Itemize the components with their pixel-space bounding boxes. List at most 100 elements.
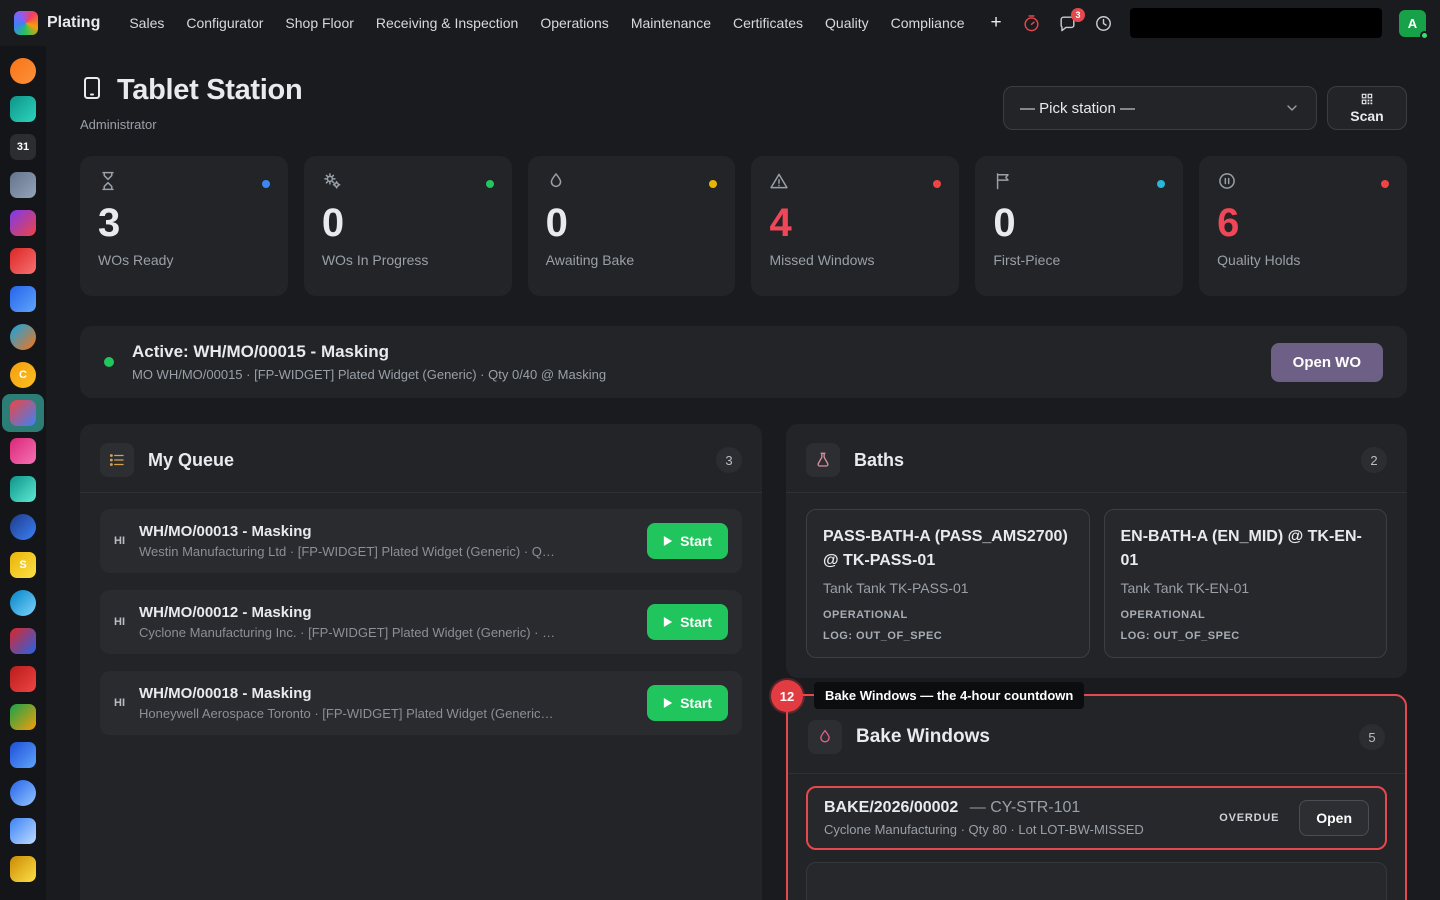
stat-label: First-Piece: [993, 252, 1165, 268]
menu-item-operations[interactable]: Operations: [529, 9, 619, 37]
apps-grid-icon: [10, 286, 36, 312]
menu-item-configurator[interactable]: Configurator: [175, 9, 274, 37]
stat-value: 0: [993, 201, 1165, 245]
sidebar-item-calendar[interactable]: 31: [2, 128, 44, 166]
menu-item-sales[interactable]: Sales: [118, 9, 175, 37]
station-select[interactable]: — Pick station —: [1003, 86, 1317, 130]
menu-item-certificates[interactable]: Certificates: [722, 9, 814, 37]
fleet-icon: [10, 742, 36, 768]
bath-log: LOG: OUT_OF_SPEC: [1121, 630, 1371, 642]
analytics-icon: [10, 248, 36, 274]
qr-icon: [1360, 92, 1374, 106]
sidebar-item-reporting[interactable]: [2, 698, 44, 736]
queue-item[interactable]: HIWH/MO/00018 - MaskingHoneywell Aerospa…: [100, 671, 742, 735]
bath-card[interactable]: PASS-BATH-A (PASS_AMS2700) @ TK-PASS-01T…: [806, 509, 1090, 658]
menu-item-receiving-inspection[interactable]: Receiving & Inspection: [365, 9, 529, 37]
stat-label: WOs In Progress: [322, 252, 494, 268]
planet-icon: [10, 590, 36, 616]
sidebar-item-inventory[interactable]: [2, 660, 44, 698]
start-button[interactable]: Start: [647, 604, 728, 640]
scan-button[interactable]: Scan: [1327, 86, 1407, 130]
systray-blank-panel: [1130, 8, 1382, 38]
queue-item[interactable]: HIWH/MO/00012 - MaskingCyclone Manufactu…: [100, 590, 742, 654]
open-button[interactable]: Open: [1299, 800, 1369, 836]
plus-icon[interactable]: +: [982, 10, 1011, 36]
baths-title: Baths: [854, 450, 904, 471]
gears-icon: [322, 171, 342, 196]
sidebar-item-crm[interactable]: C: [2, 356, 44, 394]
stat-card-wos-in-progress: 0 WOs In Progress: [304, 156, 512, 296]
discuss-icon: [10, 58, 36, 84]
timer-icon[interactable]: [1022, 14, 1041, 33]
sidebar-item-planet[interactable]: [2, 584, 44, 622]
bake-row-partial[interactable]: [806, 862, 1387, 900]
app-logo-icon[interactable]: [14, 11, 38, 35]
status-dot: [262, 180, 270, 188]
menu-item-shop-floor[interactable]: Shop Floor: [274, 9, 364, 37]
website-icon: [10, 514, 36, 540]
crm-icon: C: [10, 362, 36, 388]
priority-badge: HI: [114, 535, 125, 547]
bath-card[interactable]: EN-BATH-A (EN_MID) @ TK-EN-01Tank Tank T…: [1104, 509, 1388, 658]
avatar-letter: A: [1408, 16, 1417, 31]
status-dot: [1381, 180, 1389, 188]
queue-list-icon: [100, 443, 134, 477]
inventory-icon: [10, 666, 36, 692]
bake-windows-count: 5: [1359, 724, 1385, 750]
sidebar-item-cutting[interactable]: [2, 432, 44, 470]
sidebar-item-lab[interactable]: [2, 850, 44, 888]
sidebar-item-discuss[interactable]: [2, 52, 44, 90]
priority-badge: HI: [114, 697, 125, 709]
sidebar-item-contacts[interactable]: [2, 166, 44, 204]
sidebar-item-website[interactable]: [2, 508, 44, 546]
online-status-dot: [1420, 31, 1429, 40]
work-order-title: WH/MO/00018 - Masking: [139, 685, 633, 702]
activity-clock-icon[interactable]: [1094, 14, 1113, 33]
plating-icon: [10, 400, 36, 426]
sidebar-item-flags[interactable]: [2, 622, 44, 660]
bath-grid: PASS-BATH-A (PASS_AMS2700) @ TK-PASS-01T…: [786, 492, 1407, 678]
station-select-value: — Pick station —: [1020, 100, 1135, 117]
calendar-icon: 31: [10, 134, 36, 160]
user-avatar[interactable]: A: [1399, 10, 1426, 37]
page-header: Tablet Station Administrator — Pick stat…: [80, 74, 1407, 132]
sidebar-item-energy[interactable]: S: [2, 546, 44, 584]
sidebar-item-links[interactable]: [2, 812, 44, 850]
sidebar-item-analytics[interactable]: [2, 242, 44, 280]
stat-value: 0: [322, 201, 494, 245]
sidebar-item-plating[interactable]: [2, 394, 44, 432]
priority-badge: HI: [114, 616, 125, 628]
chevron-down-icon: [1284, 100, 1300, 116]
sidebar-item-notes[interactable]: [2, 90, 44, 128]
flag-icon: [993, 171, 1013, 196]
queue-list: HIWH/MO/00013 - MaskingWestin Manufactur…: [80, 492, 762, 751]
brand-name: Plating: [47, 14, 100, 32]
right-column: Baths 2 PASS-BATH-A (PASS_AMS2700) @ TK-…: [786, 424, 1407, 900]
chat-icon[interactable]: 3: [1058, 14, 1077, 33]
sidebar-item-apps-grid[interactable]: [2, 280, 44, 318]
menu-item-compliance[interactable]: Compliance: [880, 9, 976, 37]
open-wo-button[interactable]: Open WO: [1271, 343, 1383, 382]
main-content: Tablet Station Administrator — Pick stat…: [46, 46, 1440, 900]
bath-status: OPERATIONAL: [1121, 609, 1371, 621]
active-wo-banner: Active: WH/MO/00015 - Masking MO WH/MO/0…: [80, 326, 1407, 398]
sidebar-item-finishing[interactable]: [2, 470, 44, 508]
notes-icon: [10, 96, 36, 122]
security-icon: [10, 210, 36, 236]
queue-item[interactable]: HIWH/MO/00013 - MaskingWestin Manufactur…: [100, 509, 742, 573]
active-status-dot: [104, 357, 114, 367]
lab-icon: [10, 856, 36, 882]
start-button[interactable]: Start: [647, 685, 728, 721]
sidebar: 31 C S: [0, 46, 46, 900]
sidebar-item-dashboards[interactable]: [2, 318, 44, 356]
start-button[interactable]: Start: [647, 523, 728, 559]
status-dot: [1157, 180, 1165, 188]
menu-item-quality[interactable]: Quality: [814, 9, 880, 37]
sidebar-item-security[interactable]: [2, 204, 44, 242]
bake-row[interactable]: BAKE/2026/00002 — CY-STR-101 Cyclone Man…: [806, 786, 1387, 850]
sidebar-item-maps[interactable]: [2, 774, 44, 812]
stat-card-first-piece: 0 First-Piece: [975, 156, 1183, 296]
sidebar-item-fleet[interactable]: [2, 736, 44, 774]
menu-item-maintenance[interactable]: Maintenance: [620, 9, 722, 37]
annotation-tooltip: Bake Windows — the 4-hour countdown: [814, 682, 1084, 709]
